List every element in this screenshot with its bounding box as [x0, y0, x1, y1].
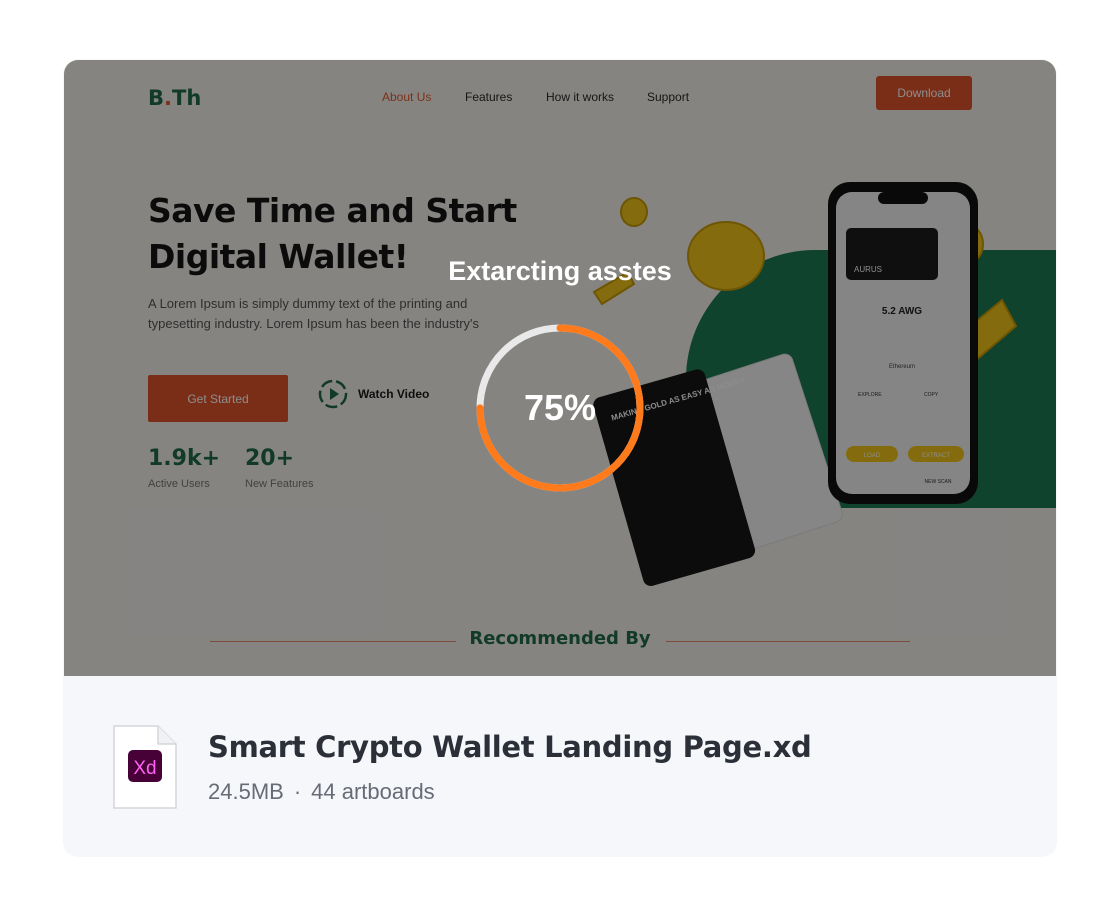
extracting-title: Extarcting asstes: [448, 256, 672, 286]
file-preview: B.Th About Us Features How it works Supp…: [64, 60, 1056, 676]
xd-file-icon: Xd: [113, 725, 177, 809]
xd-badge: Xd: [133, 758, 156, 779]
file-artboards: 44 artboards: [311, 779, 435, 804]
file-meta: 24.5MB · 44 artboards: [208, 779, 435, 805]
file-size: 24.5MB: [208, 779, 284, 804]
file-card[interactable]: B.Th About Us Features How it works Supp…: [64, 60, 1056, 856]
file-name: Smart Crypto Wallet Landing Page.xd: [208, 730, 812, 764]
progress-percent: 75%: [523, 387, 597, 428]
meta-separator: ·: [293, 779, 302, 804]
